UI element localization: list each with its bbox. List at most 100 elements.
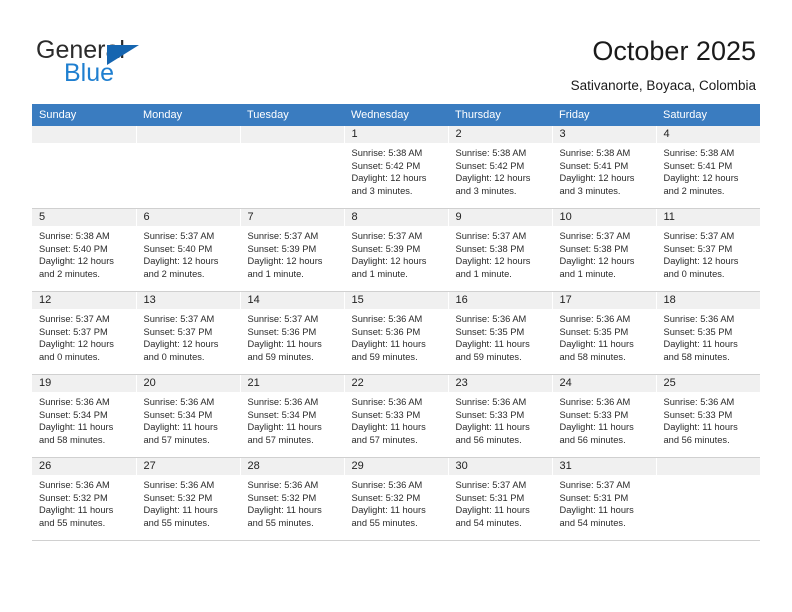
day-detail-sunrise: Sunrise: 5:36 AM bbox=[39, 480, 110, 490]
calendar-day-cell[interactable]: 16 Sunrise: 5:36 AM Sunset: 5:35 PM Dayligh… bbox=[448, 291, 553, 375]
calendar-day-cell[interactable]: 17 Sunrise: 5:36 AM Sunset: 5:35 PM Dayligh… bbox=[552, 291, 657, 375]
calendar-day-cell[interactable]: 31 Sunrise: 5:37 AM Sunset: 5:31 PM Dayligh… bbox=[552, 457, 657, 541]
calendar-day-cell[interactable]: 10 Sunrise: 5:37 AM Sunset: 5:38 PM Dayligh… bbox=[552, 208, 657, 292]
day-detail-daylight-line1: Daylight: 11 hours bbox=[559, 422, 634, 433]
day-detail-sunrise: Sunrise: 5:37 AM bbox=[143, 314, 215, 324]
day-detail-daylight-line2: and 1 minute. bbox=[351, 268, 408, 279]
day-detail-daylight-line1: Daylight: 11 hours bbox=[663, 422, 738, 433]
day-detail-sunset: Sunset: 5:40 PM bbox=[39, 243, 108, 254]
day-detail-sunrise: Sunrise: 5:36 AM bbox=[39, 397, 110, 407]
day-detail-daylight-line2: and 57 minutes. bbox=[247, 434, 314, 445]
day-cell-inner: 22 Sunrise: 5:36 AM Sunset: 5:33 PM Dayligh… bbox=[344, 375, 448, 457]
day-detail-sunset: Sunset: 5:34 PM bbox=[247, 409, 317, 420]
day-cell-inner: 11 Sunrise: 5:37 AM Sunset: 5:37 PM Dayligh… bbox=[656, 209, 760, 291]
day-details bbox=[241, 143, 344, 147]
day-number: 2 bbox=[448, 126, 552, 143]
calendar-day-cell[interactable]: 27 Sunrise: 5:36 AM Sunset: 5:32 PM Dayligh… bbox=[136, 457, 241, 541]
day-details: Sunrise: 5:38 AM Sunset: 5:40 PM Daylight:… bbox=[32, 226, 136, 280]
day-detail-sunset: Sunset: 5:37 PM bbox=[39, 326, 108, 337]
weekday-header-friday: Friday bbox=[552, 104, 656, 126]
day-number: 28 bbox=[240, 458, 344, 475]
day-cell-inner: 4 Sunrise: 5:38 AM Sunset: 5:41 PM Daylight… bbox=[656, 126, 760, 208]
day-detail-daylight-line2: and 3 minutes. bbox=[351, 185, 413, 196]
day-number: 23 bbox=[448, 375, 552, 392]
day-detail-sunset: Sunset: 5:35 PM bbox=[455, 326, 525, 337]
day-cell-inner bbox=[32, 126, 136, 208]
calendar-day-cell[interactable]: 15 Sunrise: 5:36 AM Sunset: 5:36 PM Dayligh… bbox=[344, 291, 449, 375]
calendar-day-cell-empty bbox=[240, 126, 345, 209]
day-detail-daylight-line1: Daylight: 12 hours bbox=[351, 256, 427, 267]
day-detail-sunrise: Sunrise: 5:38 AM bbox=[351, 148, 423, 158]
calendar-day-cell[interactable]: 2 Sunrise: 5:38 AM Sunset: 5:42 PM Daylight… bbox=[448, 126, 553, 209]
calendar-day-cell[interactable]: 12 Sunrise: 5:37 AM Sunset: 5:37 PM Dayligh… bbox=[32, 291, 137, 375]
calendar-day-cell[interactable]: 7 Sunrise: 5:37 AM Sunset: 5:39 PM Daylight… bbox=[240, 208, 345, 292]
day-cell-inner: 31 Sunrise: 5:37 AM Sunset: 5:31 PM Dayligh… bbox=[552, 458, 656, 540]
calendar-day-cell[interactable]: 29 Sunrise: 5:36 AM Sunset: 5:32 PM Dayligh… bbox=[344, 457, 449, 541]
day-number: 3 bbox=[552, 126, 656, 143]
calendar-day-cell[interactable]: 28 Sunrise: 5:36 AM Sunset: 5:32 PM Dayligh… bbox=[240, 457, 345, 541]
day-detail-sunset: Sunset: 5:38 PM bbox=[559, 243, 629, 254]
calendar-day-cell[interactable]: 19 Sunrise: 5:36 AM Sunset: 5:34 PM Dayligh… bbox=[32, 374, 137, 458]
day-detail-daylight-line1: Daylight: 11 hours bbox=[559, 505, 634, 516]
day-detail-sunrise: Sunrise: 5:37 AM bbox=[39, 314, 110, 324]
calendar-day-cell[interactable]: 13 Sunrise: 5:37 AM Sunset: 5:37 PM Dayligh… bbox=[136, 291, 241, 375]
day-number: 7 bbox=[240, 209, 344, 226]
day-detail-sunset: Sunset: 5:33 PM bbox=[559, 409, 629, 420]
weekday-header-saturday: Saturday bbox=[656, 104, 760, 126]
calendar-day-cell[interactable]: 3 Sunrise: 5:38 AM Sunset: 5:41 PM Daylight… bbox=[552, 126, 657, 209]
day-detail-daylight-line2: and 59 minutes. bbox=[247, 351, 314, 362]
page-header: General Blue October 2025 Sativanorte, B… bbox=[0, 0, 792, 103]
day-detail-sunrise: Sunrise: 5:36 AM bbox=[559, 314, 631, 324]
day-detail-daylight-line2: and 57 minutes. bbox=[143, 434, 210, 445]
calendar-day-cell[interactable]: 24 Sunrise: 5:36 AM Sunset: 5:33 PM Dayligh… bbox=[552, 374, 657, 458]
day-details: Sunrise: 5:36 AM Sunset: 5:34 PM Daylight:… bbox=[32, 392, 136, 446]
day-detail-sunset: Sunset: 5:35 PM bbox=[663, 326, 733, 337]
day-detail-daylight-line2: and 56 minutes. bbox=[455, 434, 522, 445]
day-detail-daylight-line2: and 0 minutes. bbox=[663, 268, 725, 279]
calendar-day-cell[interactable]: 8 Sunrise: 5:37 AM Sunset: 5:39 PM Daylight… bbox=[344, 208, 449, 292]
calendar-day-cell[interactable]: 9 Sunrise: 5:37 AM Sunset: 5:38 PM Daylight… bbox=[448, 208, 553, 292]
weekday-header-thursday: Thursday bbox=[448, 104, 552, 126]
calendar-day-cell[interactable]: 18 Sunrise: 5:36 AM Sunset: 5:35 PM Dayligh… bbox=[656, 291, 760, 375]
day-number: 24 bbox=[552, 375, 656, 392]
day-number: 14 bbox=[240, 292, 344, 309]
day-detail-sunrise: Sunrise: 5:37 AM bbox=[663, 231, 735, 241]
day-detail-sunrise: Sunrise: 5:37 AM bbox=[455, 231, 527, 241]
calendar-day-cell[interactable]: 22 Sunrise: 5:36 AM Sunset: 5:33 PM Dayligh… bbox=[344, 374, 449, 458]
day-detail-daylight-line1: Daylight: 11 hours bbox=[559, 339, 634, 350]
calendar-day-cell[interactable]: 23 Sunrise: 5:36 AM Sunset: 5:33 PM Dayligh… bbox=[448, 374, 553, 458]
day-number: 26 bbox=[32, 458, 136, 475]
day-detail-sunrise: Sunrise: 5:38 AM bbox=[455, 148, 527, 158]
general-blue-logo[interactable]: General Blue bbox=[36, 36, 236, 87]
day-number: 15 bbox=[344, 292, 448, 309]
day-detail-daylight-line1: Daylight: 12 hours bbox=[39, 256, 114, 267]
calendar-day-cell[interactable]: 21 Sunrise: 5:36 AM Sunset: 5:34 PM Dayligh… bbox=[240, 374, 345, 458]
day-details: Sunrise: 5:38 AM Sunset: 5:42 PM Daylight:… bbox=[345, 143, 448, 197]
day-details: Sunrise: 5:36 AM Sunset: 5:35 PM Daylight:… bbox=[449, 309, 552, 363]
calendar-week-row: 5 Sunrise: 5:38 AM Sunset: 5:40 PM Daylight… bbox=[32, 208, 760, 292]
calendar-day-cell[interactable]: 1 Sunrise: 5:38 AM Sunset: 5:42 PM Daylight… bbox=[344, 126, 449, 209]
calendar-day-cell[interactable]: 4 Sunrise: 5:38 AM Sunset: 5:41 PM Daylight… bbox=[656, 126, 760, 209]
day-detail-daylight-line1: Daylight: 12 hours bbox=[39, 339, 114, 350]
calendar-day-cell[interactable]: 14 Sunrise: 5:37 AM Sunset: 5:36 PM Dayligh… bbox=[240, 291, 345, 375]
day-details: Sunrise: 5:38 AM Sunset: 5:41 PM Daylight:… bbox=[553, 143, 656, 197]
day-number: 18 bbox=[656, 292, 760, 309]
day-detail-daylight-line1: Daylight: 11 hours bbox=[143, 505, 218, 516]
day-detail-sunset: Sunset: 5:34 PM bbox=[39, 409, 108, 420]
calendar-day-cell[interactable]: 30 Sunrise: 5:37 AM Sunset: 5:31 PM Dayligh… bbox=[448, 457, 553, 541]
day-details: Sunrise: 5:36 AM Sunset: 5:32 PM Daylight:… bbox=[241, 475, 344, 529]
calendar-day-cell[interactable]: 6 Sunrise: 5:37 AM Sunset: 5:40 PM Daylight… bbox=[136, 208, 241, 292]
day-detail-daylight-line1: Daylight: 12 hours bbox=[663, 256, 739, 267]
day-details: Sunrise: 5:37 AM Sunset: 5:31 PM Daylight:… bbox=[449, 475, 552, 529]
day-detail-sunrise: Sunrise: 5:36 AM bbox=[663, 397, 735, 407]
calendar-day-cell[interactable]: 20 Sunrise: 5:36 AM Sunset: 5:34 PM Dayligh… bbox=[136, 374, 241, 458]
day-detail-daylight-line2: and 56 minutes. bbox=[663, 434, 730, 445]
calendar-day-cell[interactable]: 5 Sunrise: 5:38 AM Sunset: 5:40 PM Daylight… bbox=[32, 208, 137, 292]
calendar-day-cell[interactable]: 11 Sunrise: 5:37 AM Sunset: 5:37 PM Dayligh… bbox=[656, 208, 760, 292]
day-detail-daylight-line1: Daylight: 11 hours bbox=[455, 422, 530, 433]
day-details: Sunrise: 5:36 AM Sunset: 5:33 PM Daylight:… bbox=[345, 392, 448, 446]
day-details: Sunrise: 5:37 AM Sunset: 5:38 PM Daylight:… bbox=[449, 226, 552, 280]
day-details bbox=[32, 143, 136, 147]
calendar-day-cell[interactable]: 25 Sunrise: 5:36 AM Sunset: 5:33 PM Dayligh… bbox=[656, 374, 760, 458]
calendar-day-cell[interactable]: 26 Sunrise: 5:36 AM Sunset: 5:32 PM Dayligh… bbox=[32, 457, 137, 541]
